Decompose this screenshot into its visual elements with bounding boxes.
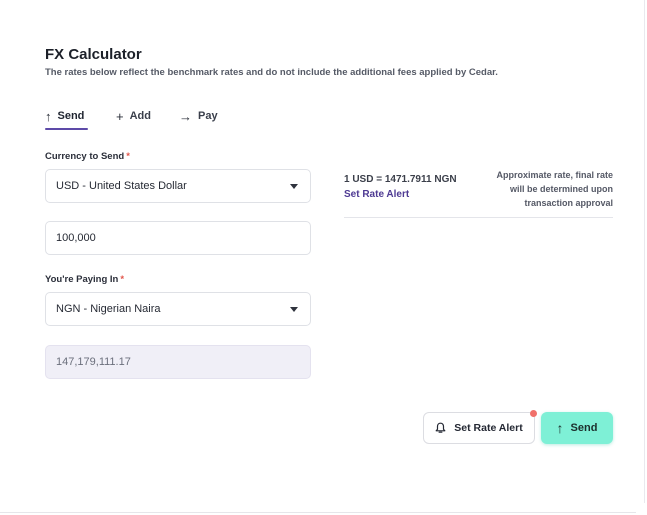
- paying-in-value: NGN - Nigerian Naira: [56, 303, 161, 315]
- rate-disclaimer: Approximate rate, final rate will be det…: [496, 170, 613, 208]
- send-button-label: Send: [570, 422, 598, 434]
- set-rate-alert-button[interactable]: Set Rate Alert: [423, 412, 535, 444]
- arrow-up-icon: ↑: [556, 420, 564, 436]
- converted-amount-value: 147,179,111.17: [56, 356, 131, 368]
- panel-right-border: [644, 0, 645, 503]
- notification-dot: [530, 410, 537, 417]
- set-rate-alert-link[interactable]: Set Rate Alert: [344, 189, 409, 200]
- required-mark: *: [126, 151, 130, 162]
- chevron-down-icon: [290, 307, 298, 312]
- rate-summary: 1 USD = 1471.7911 NGN Set Rate Alert App…: [344, 168, 613, 218]
- chevron-down-icon: [290, 184, 298, 189]
- converted-amount-field: 147,179,111.17: [45, 345, 311, 379]
- set-rate-alert-label: Set Rate Alert: [454, 422, 523, 434]
- plus-icon: +: [116, 108, 124, 124]
- send-amount-value: 100,000: [56, 232, 96, 244]
- exchange-rate-value: 1 USD = 1471.7911 NGN: [344, 174, 457, 185]
- currency-to-send-label: Currency to Send *: [45, 151, 130, 162]
- currency-to-send-label-text: Currency to Send: [45, 151, 125, 162]
- send-amount-input[interactable]: 100,000: [45, 221, 311, 255]
- page-subtitle: The rates below reflect the benchmark ra…: [45, 67, 498, 78]
- paying-in-label: You're Paying In *: [45, 274, 124, 285]
- tab-add-label: Add: [129, 110, 151, 122]
- tab-send[interactable]: ↑ Send: [45, 104, 84, 128]
- tab-add[interactable]: + Add: [116, 104, 151, 128]
- page-title: FX Calculator: [45, 46, 142, 63]
- panel-bottom-border: [0, 512, 636, 513]
- currency-to-send-value: USD - United States Dollar: [56, 180, 187, 192]
- tab-send-label: Send: [57, 110, 85, 122]
- bell-icon: [435, 422, 446, 434]
- paying-in-label-text: You're Paying In: [45, 274, 119, 285]
- tab-pay[interactable]: → Pay: [179, 104, 218, 128]
- arrow-right-icon: →: [179, 108, 192, 124]
- required-mark: *: [120, 274, 125, 285]
- send-button[interactable]: ↑ Send: [541, 412, 613, 444]
- tab-pay-label: Pay: [198, 110, 218, 122]
- currency-to-send-select[interactable]: USD - United States Dollar: [45, 169, 311, 203]
- active-tab-indicator: [45, 128, 88, 130]
- arrow-up-icon: ↑: [45, 108, 52, 124]
- paying-in-select[interactable]: NGN - Nigerian Naira: [45, 292, 311, 326]
